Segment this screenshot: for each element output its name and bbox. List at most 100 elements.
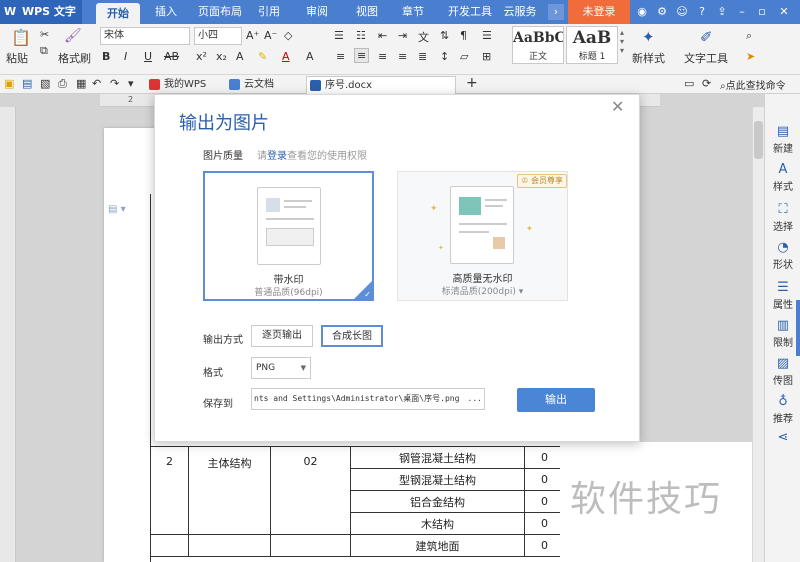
- select-icon[interactable]: ➤: [746, 50, 755, 63]
- output-long-image-button[interactable]: 合成长图: [321, 325, 383, 347]
- window-icon[interactable]: ▭: [684, 77, 694, 90]
- feedback-icon[interactable]: ☺: [674, 4, 690, 20]
- help-icon[interactable]: ?: [694, 4, 710, 20]
- tab-review[interactable]: 审阅: [300, 0, 334, 24]
- superscript-icon[interactable]: x²: [196, 50, 207, 63]
- chinese-layout-icon[interactable]: 文: [418, 29, 429, 45]
- increase-indent-icon[interactable]: ⇥: [398, 29, 407, 42]
- minimize-icon[interactable]: –: [734, 4, 750, 20]
- close-icon[interactable]: ✕: [611, 97, 624, 116]
- panel-new[interactable]: ▤ 新建: [765, 124, 800, 155]
- chevron-down-icon[interactable]: ▾: [519, 287, 524, 297]
- align-center-icon[interactable]: ≡: [354, 48, 370, 63]
- panel-select[interactable]: ⛶ 选择: [765, 202, 800, 233]
- login-link[interactable]: 登录: [267, 151, 287, 162]
- line-spacing-icon[interactable]: ☰: [482, 29, 492, 42]
- italic-icon[interactable]: I: [124, 50, 127, 63]
- redo-icon[interactable]: ↷: [110, 77, 119, 90]
- doc-tab-my-wps[interactable]: 我的WPS: [146, 76, 226, 94]
- grow-font-icon[interactable]: A⁺: [246, 29, 259, 42]
- highlight-icon[interactable]: ✎: [258, 50, 267, 63]
- output-per-page-button[interactable]: 逐页输出: [251, 325, 313, 347]
- close-icon[interactable]: ✕: [776, 4, 792, 20]
- text-tools-label[interactable]: 文字工具: [684, 50, 728, 66]
- settings-icon[interactable]: ⚙: [654, 4, 670, 20]
- style-heading-1[interactable]: AaB 标题 1: [566, 26, 618, 64]
- subscript-icon[interactable]: x₂: [216, 50, 227, 63]
- font-size-select[interactable]: 小四: [194, 27, 242, 45]
- panel-share[interactable]: ⋖: [765, 430, 800, 446]
- show-marks-icon[interactable]: ¶: [460, 29, 467, 42]
- vertical-scrollbar[interactable]: [752, 107, 764, 562]
- font-color-icon[interactable]: A: [282, 50, 290, 63]
- export-pdf-icon[interactable]: ▧: [40, 77, 50, 90]
- text-effect-icon[interactable]: A: [236, 50, 244, 63]
- scrollbar-thumb[interactable]: [754, 121, 763, 159]
- char-shading-icon[interactable]: A: [306, 50, 314, 63]
- bullets-icon[interactable]: ☰: [334, 29, 344, 42]
- format-select[interactable]: PNG ▼: [251, 357, 311, 379]
- save-icon[interactable]: ▤: [22, 77, 32, 90]
- quality-option-hd[interactable]: ♔ 会员尊享 ✦ ✦ ✦ 高质量无水印 标清品质(200dpi) ▾: [397, 171, 568, 301]
- strikethrough-icon[interactable]: AB: [164, 50, 179, 63]
- panel-properties[interactable]: ☰ 属性: [765, 280, 800, 311]
- cut-icon[interactable]: ✂: [40, 28, 49, 41]
- browse-button[interactable]: ...: [465, 389, 482, 409]
- underline-icon[interactable]: U: [144, 50, 152, 63]
- undo-icon[interactable]: ↶: [92, 77, 101, 90]
- panel-collapse-handle[interactable]: [796, 300, 800, 356]
- tab-page-layout[interactable]: 页面布局: [192, 0, 248, 24]
- doc-tab-cloud-docs[interactable]: 云文档: [226, 76, 306, 94]
- tab-home[interactable]: 开始: [96, 3, 140, 24]
- panel-restrict[interactable]: ▥ 限制: [765, 318, 800, 349]
- bold-icon[interactable]: B: [102, 50, 110, 63]
- maximize-icon[interactable]: ▫: [754, 4, 770, 20]
- tab-developer[interactable]: 开发工具: [442, 0, 498, 24]
- align-right-icon[interactable]: ≡: [378, 50, 387, 63]
- new-tab-icon[interactable]: +: [466, 75, 478, 91]
- export-button[interactable]: 输出: [517, 388, 595, 412]
- text-tools-icon[interactable]: ✐: [700, 28, 713, 46]
- skin-icon[interactable]: ◉: [634, 4, 650, 20]
- sort-icon[interactable]: ⇅: [440, 29, 449, 42]
- decrease-indent-icon[interactable]: ⇤: [378, 29, 387, 42]
- copy-icon[interactable]: ⧉: [40, 44, 48, 58]
- print-icon[interactable]: ⎙: [58, 77, 67, 91]
- numbering-icon[interactable]: ☷: [356, 29, 366, 42]
- style-normal[interactable]: AaBbCcI 正文: [512, 26, 564, 64]
- search-command[interactable]: ⌕点此查找命令: [720, 77, 786, 92]
- distribute-icon[interactable]: ≣: [418, 50, 427, 63]
- panel-recommend[interactable]: ♁ 推荐: [765, 394, 800, 425]
- doc-tab-current[interactable]: 序号.docx: [306, 76, 456, 94]
- format-painter-label[interactable]: 格式刷: [58, 50, 91, 66]
- paste-button[interactable]: 📋: [8, 28, 34, 47]
- tab-references[interactable]: 引用: [252, 0, 286, 24]
- panel-upload-image[interactable]: ▨ 传图: [765, 356, 800, 387]
- panel-styles[interactable]: A 样式: [765, 162, 800, 193]
- chevron-right-icon[interactable]: ›: [548, 4, 564, 20]
- styles-more-icon[interactable]: ▴ ▾ ▾: [620, 28, 624, 55]
- format-painter-icon[interactable]: 🖌: [64, 28, 82, 44]
- new-style-icon[interactable]: ✦: [642, 28, 655, 46]
- panel-shapes[interactable]: ◔ 形状: [765, 240, 800, 271]
- app-menu-button[interactable]: W WPS 文字 ▾: [0, 0, 82, 42]
- tab-view[interactable]: 视图: [350, 0, 384, 24]
- find-icon[interactable]: ⌕: [746, 29, 752, 43]
- font-family-select[interactable]: 宋体: [100, 27, 190, 45]
- preview-icon[interactable]: ▦: [76, 77, 86, 90]
- tab-cloud[interactable]: 云服务: [500, 0, 540, 24]
- tab-insert[interactable]: 插入: [146, 0, 186, 24]
- share-icon[interactable]: ⇪: [714, 4, 730, 20]
- login-button[interactable]: 未登录: [568, 0, 630, 24]
- justify-icon[interactable]: ≡: [398, 50, 407, 63]
- line-height-icon[interactable]: ↕: [440, 50, 449, 63]
- tab-chapter[interactable]: 章节: [396, 0, 430, 24]
- open-icon[interactable]: ▣: [4, 77, 14, 90]
- shading-icon[interactable]: ▱: [460, 50, 468, 63]
- clear-format-icon[interactable]: ◇: [284, 29, 292, 42]
- save-path-field[interactable]: nts and Settings\Administrator\桌面\序号.png…: [251, 388, 485, 410]
- backup-icon[interactable]: ⟳: [702, 77, 711, 90]
- quality-option-watermark[interactable]: 带水印 普通品质(96dpi) ✓: [203, 171, 374, 301]
- shrink-font-icon[interactable]: A⁻: [264, 29, 277, 42]
- new-style-label[interactable]: 新样式: [632, 50, 665, 66]
